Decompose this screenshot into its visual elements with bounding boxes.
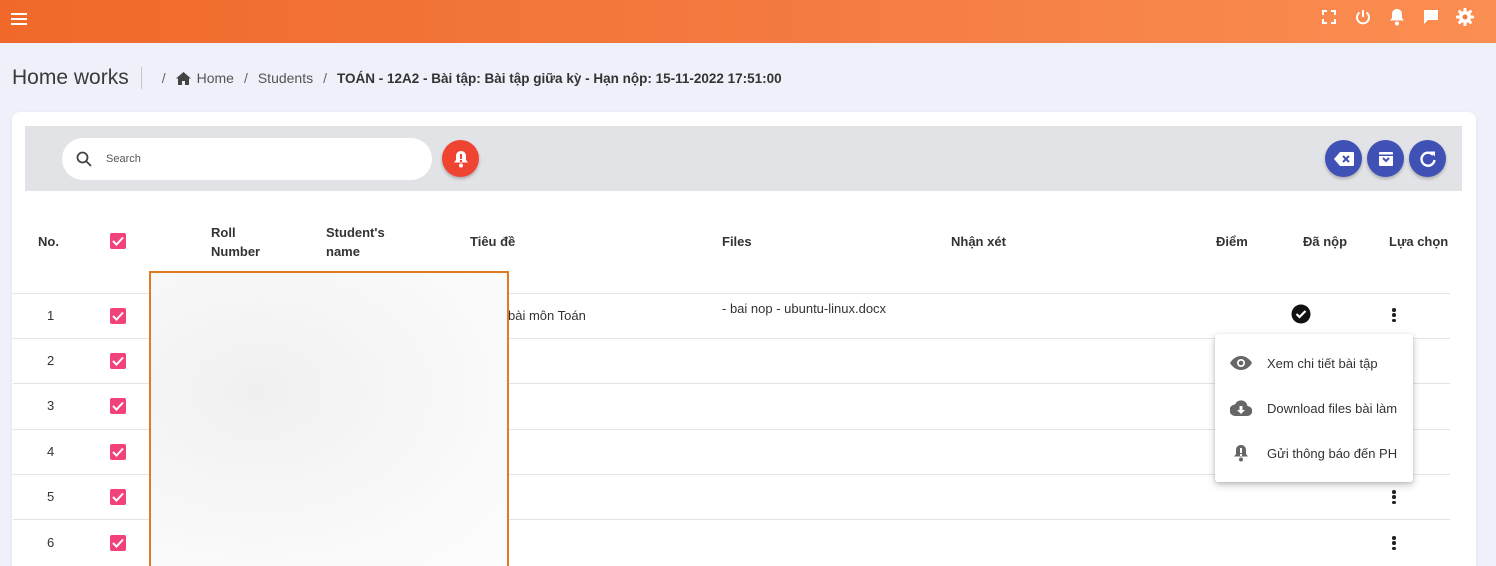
home-icon [175, 71, 191, 85]
menu-view-details-label: Xem chi tiết bài tập [1267, 355, 1378, 371]
row-file-link[interactable]: - bai nop - ubuntu-linux.docx [722, 301, 886, 316]
row-checkbox[interactable] [110, 535, 126, 551]
power-icon[interactable] [1350, 6, 1376, 28]
bell-icon[interactable] [1384, 6, 1410, 28]
row-checkbox[interactable] [110, 353, 126, 369]
row-number: 2 [47, 353, 55, 368]
col-files: Files [722, 234, 752, 249]
chat-icon[interactable] [1418, 6, 1444, 28]
redacted-student-info [149, 271, 509, 566]
check-icon [112, 538, 124, 548]
breadcrumb-students[interactable]: Students [258, 70, 313, 86]
archive-button[interactable] [1367, 140, 1404, 177]
top-bar [0, 0, 1496, 43]
menu-view-details[interactable]: Xem chi tiết bài tập [1215, 343, 1413, 383]
row-checkbox[interactable] [110, 308, 126, 324]
row-options-button[interactable] [1388, 534, 1400, 552]
heading-divider [140, 67, 142, 89]
search-box [62, 138, 432, 180]
fullscreen-icon[interactable] [1316, 6, 1342, 28]
col-roll-number: Roll Number [211, 225, 261, 259]
submitted-check-icon [1291, 304, 1311, 329]
row-checkbox[interactable] [110, 444, 126, 460]
col-title: Tiêu đề [470, 234, 516, 249]
select-all-checkbox[interactable] [110, 233, 126, 249]
cloud-download-icon [1229, 400, 1253, 416]
row-checkbox[interactable] [110, 489, 126, 505]
check-icon [112, 447, 124, 457]
col-student-name: Student's name [326, 225, 385, 259]
breadcrumb-home-label: Home [196, 70, 234, 86]
menu-icon[interactable] [10, 9, 30, 29]
row-options-button[interactable] [1388, 488, 1400, 506]
refresh-button[interactable] [1409, 140, 1446, 177]
col-comment: Nhận xét [951, 234, 1006, 249]
clear-button[interactable] [1325, 140, 1362, 177]
check-icon [112, 356, 124, 366]
check-icon [112, 311, 124, 321]
check-icon [112, 401, 124, 411]
col-score: Điểm [1216, 234, 1248, 249]
col-options: Lựa chọn [1389, 234, 1449, 249]
notify-all-button[interactable] [442, 140, 479, 177]
search-input[interactable] [106, 153, 406, 165]
menu-download-files[interactable]: Download files bài làm [1215, 388, 1413, 428]
page-heading: Home works / Home / Students / TOÁN - 12… [12, 64, 782, 92]
settings-icon[interactable] [1452, 6, 1478, 28]
bell-icon [1229, 444, 1253, 462]
table-toolbar [25, 126, 1462, 191]
refresh-icon [1419, 151, 1436, 167]
row-options-button[interactable] [1388, 306, 1400, 324]
row-number: 6 [47, 535, 55, 550]
row-number: 5 [47, 489, 55, 504]
check-icon [112, 236, 124, 246]
archive-icon [1378, 151, 1393, 166]
backspace-icon [1333, 151, 1354, 166]
breadcrumb-current: TOÁN - 12A2 - Bài tập: Bài tập giữa kỳ -… [337, 70, 782, 86]
row-checkbox[interactable] [110, 398, 126, 414]
breadcrumb-home[interactable]: Home [175, 70, 234, 86]
menu-notify-parents[interactable]: Gửi thông báo đến PH [1215, 433, 1413, 473]
eye-icon [1229, 356, 1253, 370]
menu-download-files-label: Download files bài làm [1267, 400, 1398, 416]
check-icon [112, 492, 124, 502]
row-number: 4 [47, 444, 55, 459]
row-title: bài môn Toán [508, 308, 586, 323]
col-submitted: Đã nộp [1303, 234, 1348, 249]
row-number: 3 [47, 398, 55, 413]
menu-notify-parents-label: Gửi thông báo đến PH [1267, 445, 1398, 461]
col-no: No. [38, 234, 59, 249]
bell-alert-icon [453, 150, 468, 167]
row-number: 1 [47, 308, 55, 323]
row-context-menu: Xem chi tiết bài tập Download files bài … [1215, 334, 1413, 482]
page-title: Home works [12, 66, 129, 89]
search-icon [76, 151, 92, 167]
breadcrumb: / Home / Students / TOÁN - 12A2 - Bài tậ… [161, 70, 782, 86]
